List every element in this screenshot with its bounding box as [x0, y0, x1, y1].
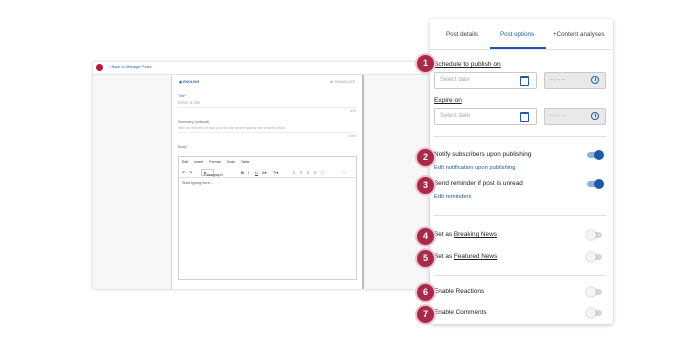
summary-label: Summary (optional): [178, 120, 210, 124]
schedule-time-field[interactable]: --:-- --: [544, 72, 606, 89]
menu-table[interactable]: Table: [241, 160, 250, 164]
editor-menubar: Edit Insert Format Tools Table: [182, 160, 254, 164]
calendar-icon[interactable]: [520, 112, 529, 122]
menu-tools[interactable]: Tools: [227, 160, 235, 164]
calendar-icon[interactable]: [520, 76, 529, 86]
menu-edit[interactable]: Edit: [182, 160, 188, 164]
more-options-icon[interactable]: ···: [342, 170, 346, 175]
notify-subscribers-label: Notify subscribers upon publishing: [434, 151, 532, 158]
featured-news-link[interactable]: Featured News: [454, 253, 497, 260]
title-label: Title*: [178, 94, 187, 98]
summary-divider: [178, 132, 356, 133]
toggle-knob: [594, 150, 604, 160]
language-selector[interactable]: ◉ ENGLISH: [179, 80, 199, 84]
toggle-knob: [586, 287, 596, 297]
undo-icon[interactable]: ↶: [182, 170, 185, 175]
breaking-news-link[interactable]: Breaking News: [454, 231, 497, 238]
menu-insert[interactable]: Insert: [194, 160, 203, 164]
enable-reactions-toggle[interactable]: [586, 287, 602, 297]
toggle-knob: [586, 308, 596, 318]
toggle-knob: [586, 252, 596, 262]
breaking-news-label: Set as Breaking News: [434, 231, 497, 238]
app-logo-icon: [96, 64, 103, 71]
tab-content-analyses[interactable]: +Content analyses: [553, 31, 604, 38]
post-options-panel: Post details Post options +Content analy…: [430, 19, 613, 324]
tab-post-options[interactable]: Post options: [500, 31, 534, 38]
send-reminder-label: Send reminder if post is unread: [434, 180, 523, 187]
format-select[interactable]: Paragraph ▾: [201, 169, 223, 177]
callout-3: 3: [415, 175, 436, 196]
editor-body[interactable]: Start typing here...: [182, 181, 213, 185]
underline-icon[interactable]: U: [255, 170, 258, 175]
align-left-icon[interactable]: ≡: [293, 170, 295, 175]
notify-subscribers-toggle[interactable]: [587, 150, 604, 160]
schedule-date-field[interactable]: Select date: [434, 72, 537, 89]
expire-date-field[interactable]: Select date: [434, 108, 537, 125]
menu-format[interactable]: Format: [209, 160, 220, 164]
summary-char-count: 0/250: [348, 134, 356, 138]
toggle-knob: [586, 230, 596, 240]
breaking-news-toggle[interactable]: [586, 230, 602, 240]
tab-post-details[interactable]: Post details: [446, 31, 478, 38]
expire-time-field[interactable]: --:-- --: [544, 108, 606, 125]
callout-5: 5: [415, 248, 436, 269]
title-divider: [178, 107, 356, 108]
section-divider: [434, 136, 606, 137]
active-tab-indicator: [490, 47, 546, 49]
expire-title: Expire on: [434, 97, 462, 104]
rich-text-editor: Edit Insert Format Tools Table ↶ ↷ Parag…: [178, 156, 357, 280]
featured-news-toggle[interactable]: [586, 252, 602, 262]
editor-toolbar: ↶ ↷ Paragraph ▾ B I U A▾ ✎▾ ≡ ≡ ≡ ≡ ⛶ ··…: [179, 168, 356, 178]
enable-reactions-label: Enable Reactions: [434, 288, 485, 295]
callout-1: 1: [415, 53, 436, 74]
edit-reminders-link[interactable]: Edit reminders: [434, 194, 471, 200]
callout-4: 4: [415, 226, 436, 247]
callout-6: 6: [415, 282, 436, 303]
app-topbar: ‹ Back to Manage Posts: [93, 62, 468, 75]
panel-tabs: Post details Post options +Content analy…: [430, 19, 613, 50]
callout-2: 2: [415, 147, 436, 168]
bold-icon[interactable]: B: [241, 170, 244, 175]
text-color-icon[interactable]: A▾: [262, 170, 267, 175]
title-char-count: 0/95: [349, 109, 356, 113]
toggle-knob: [594, 179, 604, 189]
redo-icon[interactable]: ↷: [189, 170, 192, 175]
edit-notification-link[interactable]: Edit notification upon publishing: [434, 165, 516, 171]
send-reminder-toggle[interactable]: [587, 179, 604, 189]
clock-icon[interactable]: [591, 112, 599, 120]
schedule-title: Schedule to publish on: [434, 61, 501, 68]
cms-editor-window: ‹ Back to Manage Posts ◉ ENGLISH ⇄ TRANS…: [93, 62, 468, 289]
body-label: Body*: [178, 145, 188, 149]
enable-comments-label: Enable Comments: [434, 309, 487, 316]
title-input[interactable]: Enter a title: [178, 100, 200, 105]
align-center-icon[interactable]: ≡: [300, 170, 302, 175]
highlight-icon[interactable]: ✎▾: [273, 170, 278, 175]
section-divider: [434, 215, 606, 216]
enable-comments-toggle[interactable]: [586, 308, 602, 318]
align-justify-icon[interactable]: ≡: [314, 170, 316, 175]
translate-button[interactable]: ⇄ TRANSLATE: [330, 80, 355, 84]
align-right-icon[interactable]: ≡: [307, 170, 309, 175]
callout-7: 7: [415, 304, 436, 325]
italic-icon[interactable]: I: [248, 170, 249, 175]
back-to-manage-posts-link[interactable]: ‹ Back to Manage Posts: [109, 64, 151, 69]
section-divider: [434, 275, 606, 276]
post-editor: ◉ ENGLISH ⇄ TRANSLATE Title* Enter a tit…: [171, 75, 364, 289]
featured-news-label: Set as Featured News: [434, 253, 498, 260]
fullscreen-icon[interactable]: ⛶: [321, 170, 324, 175]
clock-icon[interactable]: [591, 76, 599, 84]
summary-input[interactable]: Give an overview of your post to help pe…: [178, 126, 285, 130]
